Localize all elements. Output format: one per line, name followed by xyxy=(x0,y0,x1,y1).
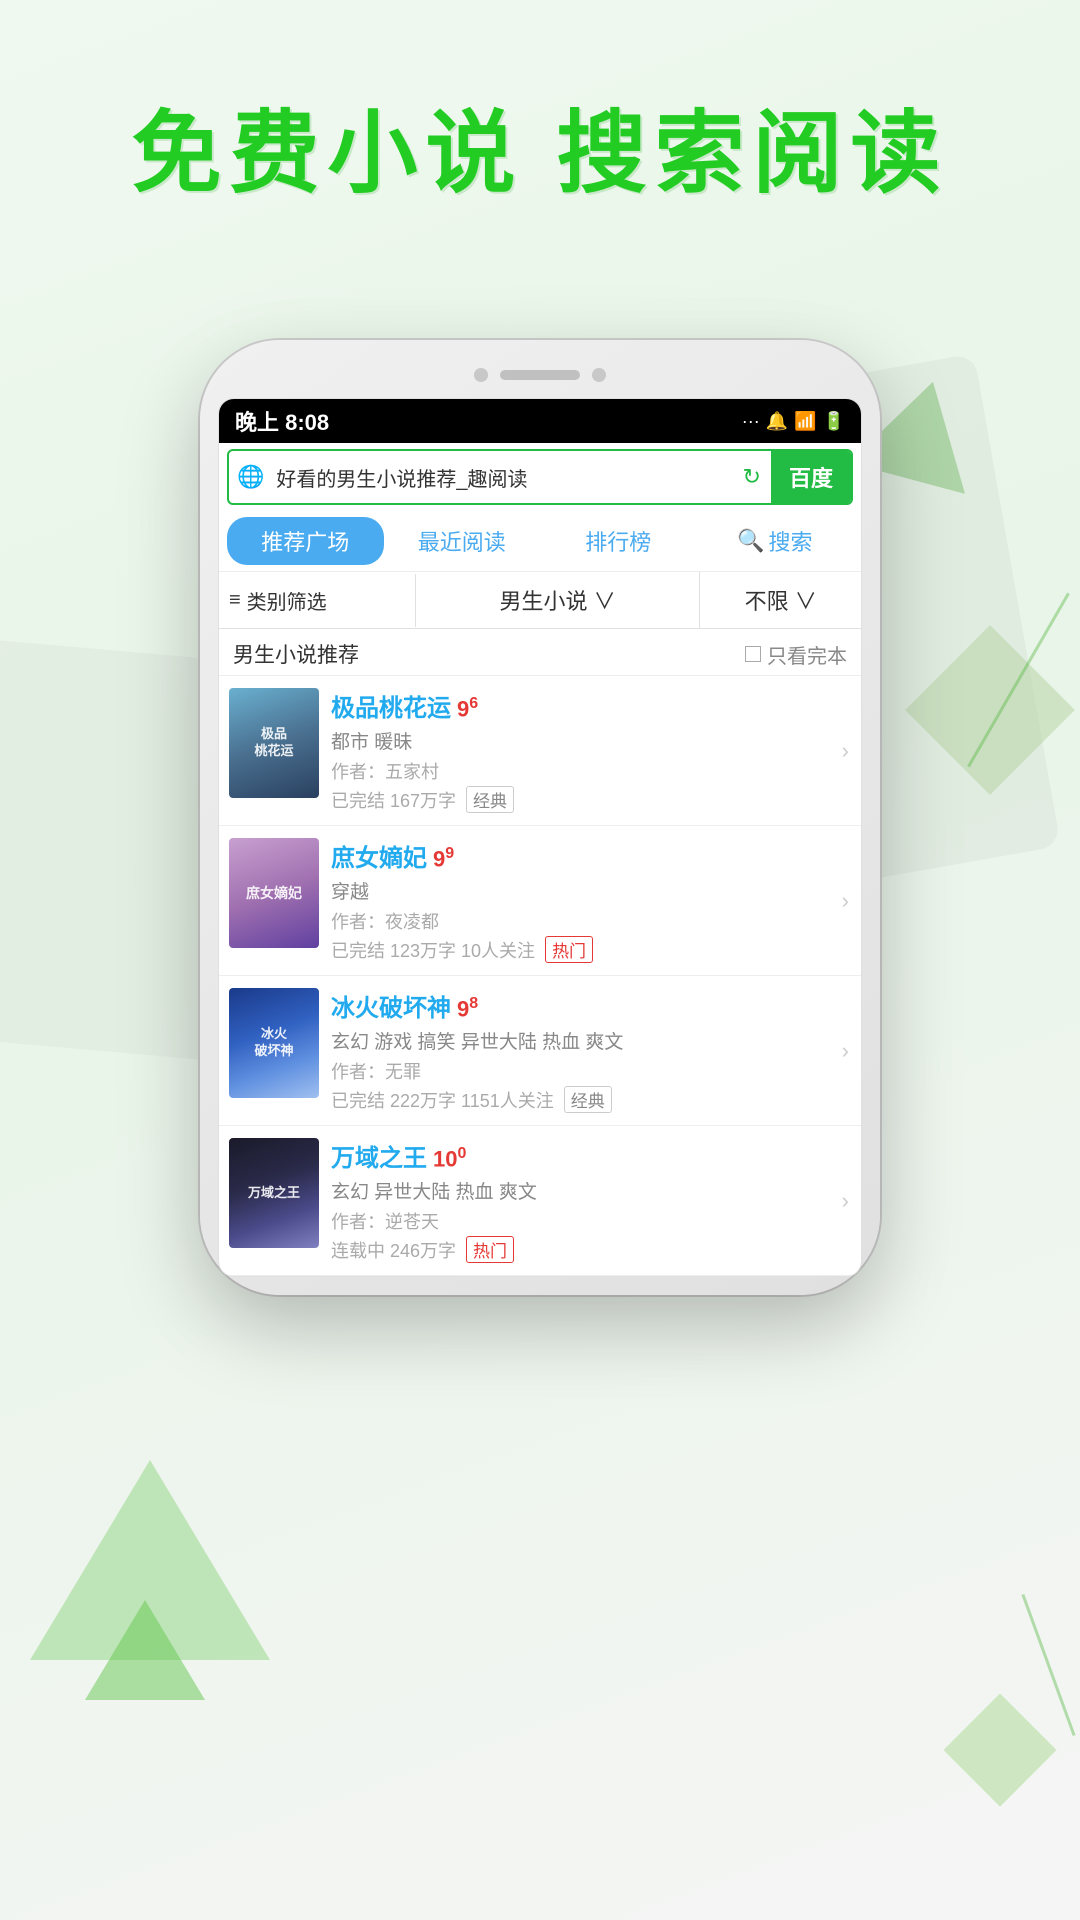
book-info-2: 庶女嫡妃 99 穿越 作者：夜凌都 已完结 123万字 10人关注 热门 xyxy=(331,838,851,963)
book-tags-1: 都市 暖昧 xyxy=(331,727,851,754)
book-title-4: 万域之王 xyxy=(331,1138,427,1173)
signal-dots: ··· xyxy=(742,411,760,432)
wifi-icon: 📶 xyxy=(794,411,816,432)
chevron-right-icon: › xyxy=(842,1188,849,1214)
tab-recent[interactable]: 最近阅读 xyxy=(384,517,541,565)
headline: 免费小说 搜索阅读 xyxy=(0,100,1080,208)
book-tags-2: 穿越 xyxy=(331,877,851,904)
book-tags-4: 玄幻 异世大陆 热血 爽文 xyxy=(331,1177,851,1204)
book-info-4: 万域之王 100 玄幻 异世大陆 热血 爽文 作者：逆苍天 连载中 246万字 … xyxy=(331,1138,851,1263)
filter-category[interactable]: ≡ 类别筛选 xyxy=(219,574,416,627)
tab-search[interactable]: 🔍 搜索 xyxy=(697,517,854,565)
filter-row: ≡ 类别筛选 男生小说 ∨ 不限 ∨ xyxy=(219,572,861,629)
book-status-4: 连载中 246万字 热门 xyxy=(331,1236,851,1263)
book-info-1: 极品桃花运 96 都市 暖昧 作者：五家村 已完结 167万字 经典 xyxy=(331,688,851,813)
book-item[interactable]: 庶女嫡妃 庶女嫡妃 99 穿越 作者：夜凌都 已完结 123万字 10人关注 xyxy=(219,826,861,976)
book-badge-3: 经典 xyxy=(564,1086,612,1113)
section-title: 男生小说推荐 xyxy=(233,639,359,669)
book-cover-4: 万域之王 xyxy=(229,1138,319,1248)
chevron-right-icon: › xyxy=(842,738,849,764)
baidu-button[interactable]: 百度 xyxy=(771,451,851,503)
book-item[interactable]: 万域之王 万域之王 100 玄幻 异世大陆 热血 爽文 作者：逆苍天 连载中 2… xyxy=(219,1126,861,1276)
book-cover-3: 冰火破坏神 xyxy=(229,988,319,1098)
book-status-1: 已完结 167万字 经典 xyxy=(331,786,851,813)
book-badge-1: 经典 xyxy=(466,786,514,813)
book-rating-3: 98 xyxy=(457,995,478,1022)
filter-limit[interactable]: 不限 ∨ xyxy=(700,572,861,628)
book-title-3: 冰火破坏神 xyxy=(331,988,451,1023)
book-list: 极品桃花运 极品桃花运 96 都市 暖昧 作者：五家村 已完结 167万字 xyxy=(219,676,861,1276)
search-bar[interactable]: 🌐 好看的男生小说推荐_趣阅读 ↻ 百度 xyxy=(227,449,853,505)
only-complete-toggle[interactable]: 只看完本 xyxy=(745,640,847,669)
book-cover-2: 庶女嫡妃 xyxy=(229,838,319,948)
book-status-3: 已完结 222万字 1151人关注 经典 xyxy=(331,1086,851,1113)
filter-gender[interactable]: 男生小说 ∨ xyxy=(416,572,701,628)
book-author-4: 作者：逆苍天 xyxy=(331,1208,851,1234)
filter-icon: ≡ xyxy=(229,589,241,612)
complete-checkbox[interactable] xyxy=(745,646,761,662)
status-time: 晚上 8:08 xyxy=(235,405,329,437)
book-author-3: 作者：无罪 xyxy=(331,1058,851,1084)
phone-camera xyxy=(474,368,488,382)
book-item[interactable]: 冰火破坏神 冰火破坏神 98 玄幻 游戏 搞笑 异世大陆 热血 爽文 作者：无罪 xyxy=(219,976,861,1126)
book-rating-2: 99 xyxy=(433,845,454,872)
book-rating-4: 100 xyxy=(433,1145,466,1172)
book-item[interactable]: 极品桃花运 极品桃花运 96 都市 暖昧 作者：五家村 已完结 167万字 xyxy=(219,676,861,826)
tab-ranking[interactable]: 排行榜 xyxy=(540,517,697,565)
book-status-2: 已完结 123万字 10人关注 热门 xyxy=(331,936,851,963)
refresh-icon[interactable]: ↻ xyxy=(733,464,771,490)
battery-icon: 🔋 xyxy=(823,411,845,432)
globe-icon: 🌐 xyxy=(229,464,272,490)
phone-mockup: 晚上 8:08 ··· 🔔 📶 🔋 🌐 好看的男生小说推荐_趣阅读 ↻ 百度 推… xyxy=(200,340,880,1295)
book-title-1: 极品桃花运 xyxy=(331,688,451,723)
chevron-right-icon: › xyxy=(842,888,849,914)
book-tags-3: 玄幻 游戏 搞笑 异世大陆 热血 爽文 xyxy=(331,1027,851,1054)
book-rating-1: 96 xyxy=(457,695,478,722)
search-input[interactable]: 好看的男生小说推荐_趣阅读 xyxy=(272,453,732,502)
phone-camera-2 xyxy=(592,368,606,382)
nav-tabs: 推荐广场 最近阅读 排行榜 🔍 搜索 xyxy=(219,511,861,572)
status-icons: ··· 🔔 📶 🔋 xyxy=(742,411,845,432)
phone-speaker xyxy=(500,370,580,380)
book-badge-2: 热门 xyxy=(545,936,593,963)
tab-recommend[interactable]: 推荐广场 xyxy=(227,517,384,565)
book-author-2: 作者：夜凌都 xyxy=(331,908,851,934)
mute-icon: 🔔 xyxy=(766,411,788,432)
book-info-3: 冰火破坏神 98 玄幻 游戏 搞笑 异世大陆 热血 爽文 作者：无罪 已完结 2… xyxy=(331,988,851,1113)
status-bar: 晚上 8:08 ··· 🔔 📶 🔋 xyxy=(219,399,861,443)
book-cover-1: 极品桃花运 xyxy=(229,688,319,798)
chevron-right-icon: › xyxy=(842,1038,849,1064)
search-icon: 🔍 xyxy=(737,528,764,554)
section-header: 男生小说推荐 只看完本 xyxy=(219,629,861,676)
phone-screen: 晚上 8:08 ··· 🔔 📶 🔋 🌐 好看的男生小说推荐_趣阅读 ↻ 百度 推… xyxy=(218,398,862,1277)
book-title-2: 庶女嫡妃 xyxy=(331,838,427,873)
book-author-1: 作者：五家村 xyxy=(331,758,851,784)
book-badge-4: 热门 xyxy=(466,1236,514,1263)
